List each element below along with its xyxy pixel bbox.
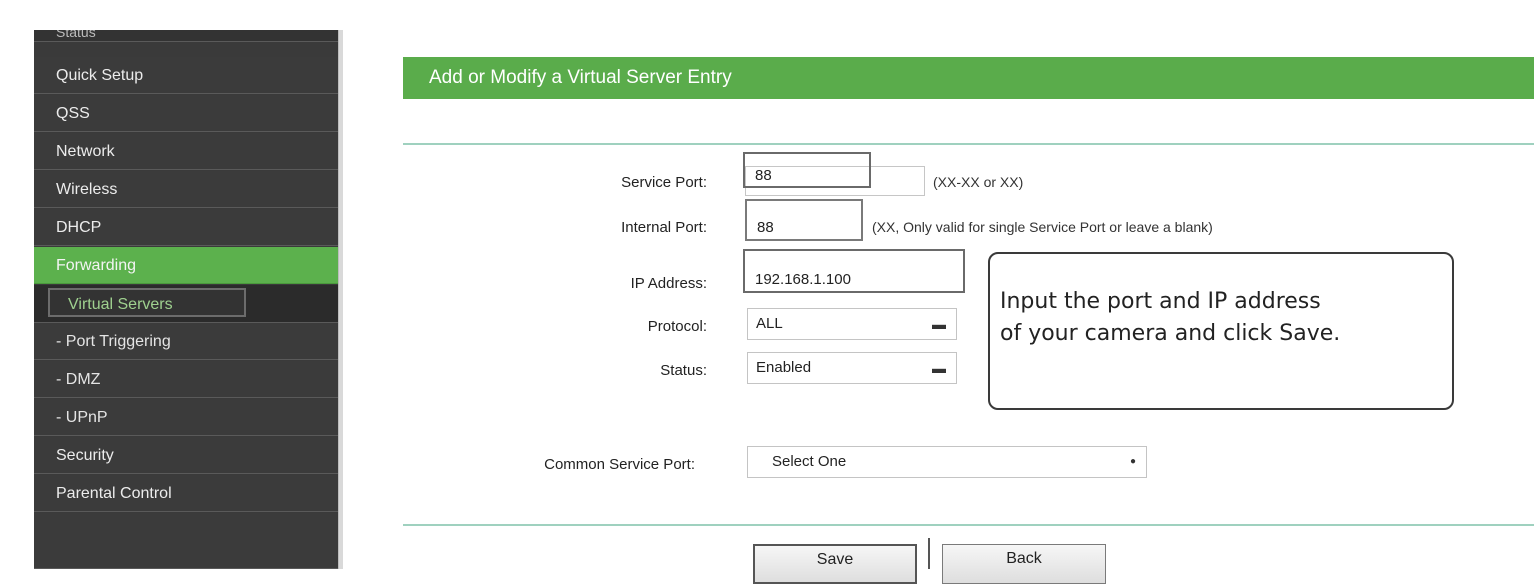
sidebar-item-wireless[interactable]: Wireless [34,171,338,208]
top-divider [403,143,1534,145]
common-service-port-label: Common Service Port: [544,456,695,473]
instruction-callout: Input the port and IP address of your ca… [988,252,1454,410]
protocol-value: ALL [756,315,783,332]
page-title: Add or Modify a Virtual Server Entry [403,57,1534,99]
service-port-input[interactable]: 88 [743,152,871,188]
sidebar-item-upnp[interactable]: - UPnP [34,399,338,436]
sidebar-divider [338,30,343,569]
callout-line-2: of your camera and click Save. [1000,321,1341,346]
back-button[interactable]: Back [942,544,1106,584]
bottom-divider [403,524,1534,526]
callout-line-1: Input the port and IP address [1000,289,1321,314]
internal-port-input[interactable]: 88 [745,199,863,241]
protocol-select[interactable]: ALL ▬ [747,308,957,340]
sidebar-item-more [34,513,338,569]
sidebar-item-network[interactable]: Network [34,133,338,170]
sidebar-item-dmz[interactable]: - DMZ [34,361,338,398]
sidebar-item-dhcp[interactable]: DHCP [34,209,338,246]
save-button-highlight-edge [928,538,930,569]
sidebar-item-virtual-servers-label: Virtual Servers [48,288,246,317]
sidebar-nav: Status Quick Setup QSS Network Wireless … [34,30,338,569]
sidebar-item-quick-setup[interactable]: Quick Setup [34,57,338,94]
service-port-hint: (XX-XX or XX) [933,174,1024,190]
sidebar-item-status[interactable]: Status [34,30,338,42]
protocol-label: Protocol: [647,318,707,335]
sidebar-item-forwarding[interactable]: Forwarding [34,247,338,284]
common-service-port-value: Select One [772,453,847,470]
ip-address-label: IP Address: [630,275,707,292]
status-select[interactable]: Enabled ▬ [747,352,957,384]
service-port-label: Service Port: [621,174,707,191]
ip-address-input[interactable]: 192.168.1.100 [743,249,965,293]
sidebar-item-security[interactable]: Security [34,437,338,474]
sidebar-item-port-triggering[interactable]: - Port Triggering [34,323,338,360]
chevron-down-icon: ▬ [932,316,946,332]
chevron-down-icon: ● [1129,456,1136,467]
internal-port-label: Internal Port: [621,219,707,236]
status-label: Status: [660,362,707,379]
internal-port-hint: (XX, Only valid for single Service Port … [872,219,1213,235]
status-value: Enabled [756,359,812,376]
save-button[interactable]: Save [753,544,917,584]
sidebar-item-qss[interactable]: QSS [34,95,338,132]
sidebar-item-parental-control[interactable]: Parental Control [34,475,338,512]
chevron-down-icon: ▬ [932,360,946,376]
sidebar-item-virtual-servers[interactable]: Virtual Servers [34,285,338,323]
common-service-port-select[interactable]: Select One ● [747,446,1147,478]
